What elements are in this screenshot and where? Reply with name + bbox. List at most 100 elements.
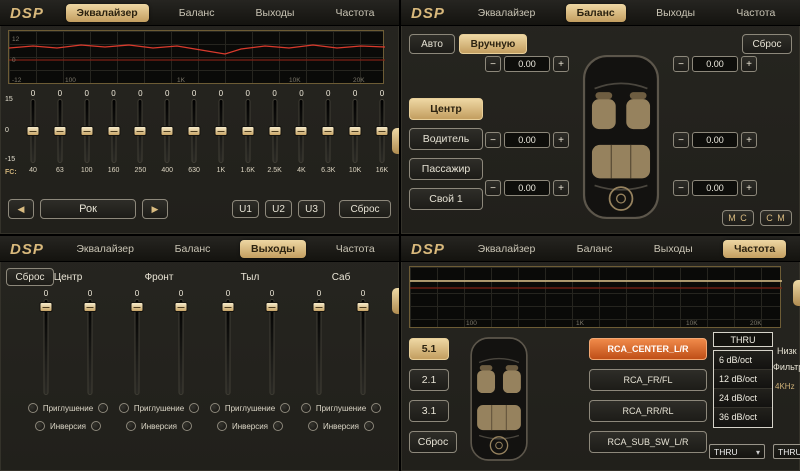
tab[interactable]: Баланс [164, 240, 222, 258]
eq-band-slider[interactable] [374, 99, 390, 163]
channel-config-button[interactable]: 2.1 [409, 369, 449, 391]
eq-band-slider[interactable] [320, 99, 336, 163]
reset-button[interactable]: Сброс [742, 34, 792, 54]
slope-option[interactable]: 12 dB/oct [714, 370, 772, 389]
mute-checkbox-right[interactable] [98, 403, 108, 413]
tab[interactable]: Эквалайзер [467, 4, 547, 22]
reset-button[interactable]: Сброс [339, 200, 391, 218]
slider-handle[interactable] [266, 302, 279, 312]
slider-handle[interactable] [268, 126, 281, 136]
invert-checkbox-left[interactable] [308, 421, 318, 431]
slider-handle[interactable] [107, 126, 120, 136]
stepper-plus-button[interactable] [553, 132, 569, 148]
mc-button[interactable]: M C [722, 210, 754, 226]
sub-slope-select-2[interactable]: THRU [773, 444, 800, 459]
eq-band-slider[interactable] [79, 99, 95, 163]
slider-handle[interactable] [80, 126, 93, 136]
memory-button[interactable]: U2 [265, 200, 292, 218]
slider-handle[interactable] [84, 302, 97, 312]
stepper-plus-button[interactable] [741, 180, 757, 196]
tab[interactable]: Частота [325, 4, 386, 22]
invert-checkbox-left[interactable] [126, 421, 136, 431]
memory-button[interactable]: U1 [232, 200, 259, 218]
stepper-plus-button[interactable] [553, 56, 569, 72]
slope-dropdown-selected[interactable]: THRU [713, 332, 773, 347]
preset-next-button[interactable] [142, 199, 168, 219]
mute-checkbox-left[interactable] [119, 403, 129, 413]
tab[interactable]: Баланс [168, 4, 226, 22]
stepper-minus-button[interactable] [485, 180, 501, 196]
slider-handle[interactable] [349, 126, 362, 136]
slider-handle[interactable] [375, 126, 388, 136]
cm-button[interactable]: C M [760, 210, 792, 226]
mute-checkbox-left[interactable] [301, 403, 311, 413]
listening-position-button[interactable]: Пассажир [409, 158, 483, 180]
mute-checkbox-right[interactable] [189, 403, 199, 413]
channel-config-button[interactable]: 5.1 [409, 338, 449, 360]
preset-prev-button[interactable] [8, 199, 34, 219]
stepper-plus-button[interactable] [741, 56, 757, 72]
auto-mode-button[interactable]: Авто [409, 34, 455, 54]
listening-position-button[interactable]: Водитель [409, 128, 483, 150]
mute-checkbox-left[interactable] [210, 403, 220, 413]
slider-handle[interactable] [241, 126, 254, 136]
output-level-slider[interactable] [355, 299, 371, 395]
eq-band-slider[interactable] [52, 99, 68, 163]
channel-config-button[interactable]: 3.1 [409, 400, 449, 422]
output-level-slider[interactable] [311, 299, 327, 395]
invert-checkbox-right[interactable] [273, 421, 283, 431]
rca-channel-button[interactable]: RCA_SUB_SW_L/R [589, 431, 707, 453]
output-level-slider[interactable] [38, 299, 54, 395]
eq-band-slider[interactable] [186, 99, 202, 163]
output-level-slider[interactable] [220, 299, 236, 395]
stepper-plus-button[interactable] [553, 180, 569, 196]
page-slide-handle[interactable] [392, 288, 399, 314]
slider-handle[interactable] [131, 302, 144, 312]
output-level-slider[interactable] [82, 299, 98, 395]
slider-handle[interactable] [27, 126, 40, 136]
slider-handle[interactable] [313, 302, 326, 312]
stepper-plus-button[interactable] [741, 132, 757, 148]
output-level-slider[interactable] [264, 299, 280, 395]
page-slide-handle[interactable] [793, 280, 800, 306]
tab[interactable]: Частота [723, 240, 786, 258]
tab[interactable]: Выходы [645, 4, 706, 22]
eq-band-slider[interactable] [132, 99, 148, 163]
mute-checkbox-left[interactable] [28, 403, 38, 413]
memory-button[interactable]: U3 [298, 200, 325, 218]
stepper-minus-button[interactable] [673, 132, 689, 148]
rca-channel-button[interactable]: RCA_CENTER_L/R [589, 338, 707, 360]
invert-checkbox-right[interactable] [364, 421, 374, 431]
reset-button[interactable]: Сброс [409, 431, 457, 453]
tab[interactable]: Выходы [240, 240, 306, 258]
tab[interactable]: Частота [325, 240, 386, 258]
eq-band-slider[interactable] [293, 99, 309, 163]
eq-band-slider[interactable] [240, 99, 256, 163]
listening-position-button[interactable]: Свой 1 [409, 188, 483, 210]
invert-checkbox-left[interactable] [217, 421, 227, 431]
slope-option[interactable]: 24 dB/oct [714, 389, 772, 408]
stepper-minus-button[interactable] [673, 56, 689, 72]
stepper-minus-button[interactable] [673, 180, 689, 196]
tab[interactable]: Баланс [566, 240, 624, 258]
mute-checkbox-right[interactable] [280, 403, 290, 413]
slope-option[interactable]: 6 dB/oct [714, 351, 772, 370]
slider-handle[interactable] [295, 126, 308, 136]
slider-handle[interactable] [175, 302, 188, 312]
slope-option[interactable]: 36 dB/oct [714, 408, 772, 427]
slider-handle[interactable] [40, 302, 53, 312]
slider-handle[interactable] [188, 126, 201, 136]
slider-handle[interactable] [53, 126, 66, 136]
output-level-slider[interactable] [129, 299, 145, 395]
tab[interactable]: Выходы [245, 4, 306, 22]
preset-button[interactable]: Рок [40, 199, 136, 219]
invert-checkbox-left[interactable] [35, 421, 45, 431]
rca-channel-button[interactable]: RCA_FR/FL [589, 369, 707, 391]
tab[interactable]: Эквалайзер [65, 240, 145, 258]
slider-handle[interactable] [161, 126, 174, 136]
tab[interactable]: Эквалайзер [66, 4, 149, 22]
invert-checkbox-right[interactable] [182, 421, 192, 431]
tab[interactable]: Эквалайзер [467, 240, 547, 258]
listening-position-button[interactable]: Центр [409, 98, 483, 120]
slider-handle[interactable] [134, 126, 147, 136]
